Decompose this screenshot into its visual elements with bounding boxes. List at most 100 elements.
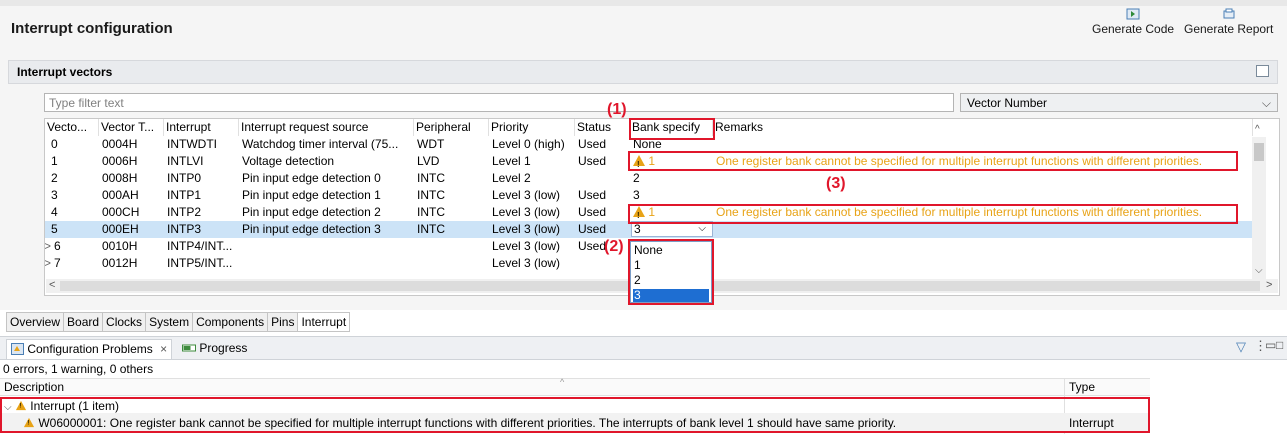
- cell-interrupt: INTP4/INT...: [167, 239, 233, 253]
- annotation-box-problems: [0, 397, 1150, 433]
- generate-report-label: Generate Report: [1184, 22, 1274, 36]
- cell-vector-table: 000CH: [102, 205, 140, 219]
- vertical-scrollbar-thumb[interactable]: [1254, 143, 1264, 161]
- cell-priority: Level 1: [492, 154, 531, 168]
- cell-priority: Level 3 (low): [492, 222, 561, 236]
- cell-request-source: Pin input edge detection 0: [242, 171, 381, 185]
- maximize-icon[interactable]: □: [1276, 338, 1283, 352]
- col-header-vector-number[interactable]: Vecto...: [45, 119, 99, 136]
- filter-icon[interactable]: ▽: [1236, 339, 1246, 355]
- expand-chevron-icon[interactable]: >: [45, 238, 54, 255]
- tab-overview[interactable]: Overview: [6, 312, 64, 332]
- cell-vector-table: 000AH: [102, 188, 139, 202]
- tab-progress[interactable]: Progress: [178, 339, 251, 359]
- tab-configuration-problems[interactable]: Configuration Problems ×: [6, 339, 173, 359]
- cell-vector-number: 4: [51, 205, 58, 219]
- scroll-right-icon[interactable]: >: [1266, 279, 1272, 291]
- annotation-box-row-1: [628, 151, 1238, 171]
- sort-indicator-icon: ^: [560, 377, 565, 387]
- scroll-up-icon[interactable]: ^: [1255, 124, 1260, 135]
- cell-request-source: Watchdog timer interval (75...: [242, 137, 399, 151]
- cell-peripheral: INTC: [417, 205, 445, 219]
- cell-request-source: Voltage detection: [242, 154, 335, 168]
- cell-interrupt: INTLVI: [167, 154, 204, 168]
- col-header-description[interactable]: Description: [4, 380, 64, 394]
- generate-report-button[interactable]: Generate Report: [1184, 8, 1273, 36]
- cell-vector-number: 3: [51, 188, 58, 202]
- table-row[interactable]: 3 000AH INTP1 Pin input edge detection 1…: [45, 187, 1265, 204]
- cell-priority: Level 0 (high): [492, 137, 565, 151]
- cell-vector-number: 0: [51, 137, 58, 151]
- section-title: Interrupt vectors: [17, 65, 113, 79]
- cell-priority: Level 2: [492, 171, 531, 185]
- cell-status: Used: [578, 188, 607, 202]
- generate-report-icon: [1223, 8, 1235, 19]
- cell-vector-number: 6: [54, 239, 61, 253]
- configuration-problems-icon: [11, 343, 24, 355]
- tab-system[interactable]: System: [145, 312, 193, 332]
- tab-interrupt[interactable]: Interrupt: [297, 312, 351, 332]
- generate-code-icon: [1126, 8, 1140, 20]
- filter-input[interactable]: Type filter text: [44, 93, 954, 112]
- cell-interrupt: INTP0: [167, 171, 202, 185]
- cell-vector-number: 2: [51, 171, 58, 185]
- annotation-box-row-4: [628, 204, 1238, 224]
- expand-chevron-icon[interactable]: >: [45, 255, 54, 272]
- cell-vector-table: 0008H: [102, 171, 138, 185]
- cell-vector-number: 7: [54, 256, 61, 270]
- section-header-bar: [8, 60, 1278, 84]
- cell-vector-number: 5: [51, 222, 58, 236]
- chevron-down-icon: ⌵: [1261, 96, 1271, 110]
- chevron-down-icon: ⌵: [698, 223, 706, 234]
- cell-status: Used: [578, 205, 607, 219]
- col-header-status[interactable]: Status: [575, 119, 630, 136]
- progress-icon: [182, 344, 196, 352]
- cell-bank-specify[interactable]: 3: [633, 187, 713, 204]
- col-header-request-source[interactable]: Interrupt request source: [239, 119, 414, 136]
- cell-peripheral: INTC: [417, 222, 445, 236]
- cell-vector-table: 0006H: [102, 154, 138, 168]
- annotation-box-bank-header: [629, 118, 715, 140]
- cell-peripheral: LVD: [417, 154, 440, 168]
- cell-vector-table: 0012H: [102, 256, 138, 270]
- tab-progress-label: Progress: [199, 341, 248, 355]
- vector-number-select[interactable]: Vector Number ⌵: [960, 93, 1278, 112]
- close-icon[interactable]: ×: [160, 342, 167, 356]
- section-maximize-icon[interactable]: [1256, 65, 1269, 77]
- problems-column-header: [0, 378, 1150, 396]
- cell-priority: Level 3 (low): [492, 256, 561, 270]
- cell-status: Used: [578, 154, 607, 168]
- col-header-vector-table[interactable]: Vector T...: [99, 119, 164, 136]
- cell-vector-table: 000EH: [102, 222, 139, 236]
- tab-clocks[interactable]: Clocks: [102, 312, 146, 332]
- col-header-remarks[interactable]: Remarks: [713, 119, 1253, 136]
- cell-vector-table: 0004H: [102, 137, 138, 151]
- annotation-marker-1: (1): [607, 101, 627, 118]
- table-row[interactable]: 2 0008H INTP0 Pin input edge detection 0…: [45, 170, 1265, 187]
- scroll-down-icon[interactable]: ⌵: [1255, 265, 1263, 276]
- cell-interrupt: INTP1: [167, 188, 202, 202]
- cell-interrupt: INTWDTI: [167, 137, 217, 151]
- col-header-interrupt[interactable]: Interrupt: [164, 119, 239, 136]
- tab-board[interactable]: Board: [63, 312, 103, 332]
- cell-bank-specify[interactable]: 2: [633, 170, 713, 187]
- cell-interrupt: INTP2: [167, 205, 202, 219]
- bank-specify-combo-value: 3: [634, 222, 641, 236]
- tab-components[interactable]: Components: [192, 312, 268, 332]
- minimize-icon[interactable]: ▭: [1265, 338, 1276, 352]
- editor-page-tabs: Overview Board Clocks System Components …: [6, 312, 351, 332]
- cell-request-source: Pin input edge detection 1: [242, 188, 381, 202]
- cell-interrupt: INTP3: [167, 222, 202, 236]
- col-header-type[interactable]: Type: [1069, 380, 1095, 394]
- col-header-priority[interactable]: Priority: [489, 119, 575, 136]
- cell-vector-table: 0010H: [102, 239, 138, 253]
- generate-code-button[interactable]: Generate Code: [1092, 8, 1174, 36]
- vector-number-select-value: Vector Number: [967, 96, 1048, 110]
- cell-priority: Level 3 (low): [492, 188, 561, 202]
- cell-peripheral: INTC: [417, 188, 445, 202]
- tab-pins[interactable]: Pins: [267, 312, 298, 332]
- editor-title: Interrupt configuration: [11, 20, 173, 37]
- col-header-peripheral[interactable]: Peripheral: [414, 119, 489, 136]
- cell-priority: Level 3 (low): [492, 205, 561, 219]
- scroll-left-icon[interactable]: <: [49, 279, 55, 291]
